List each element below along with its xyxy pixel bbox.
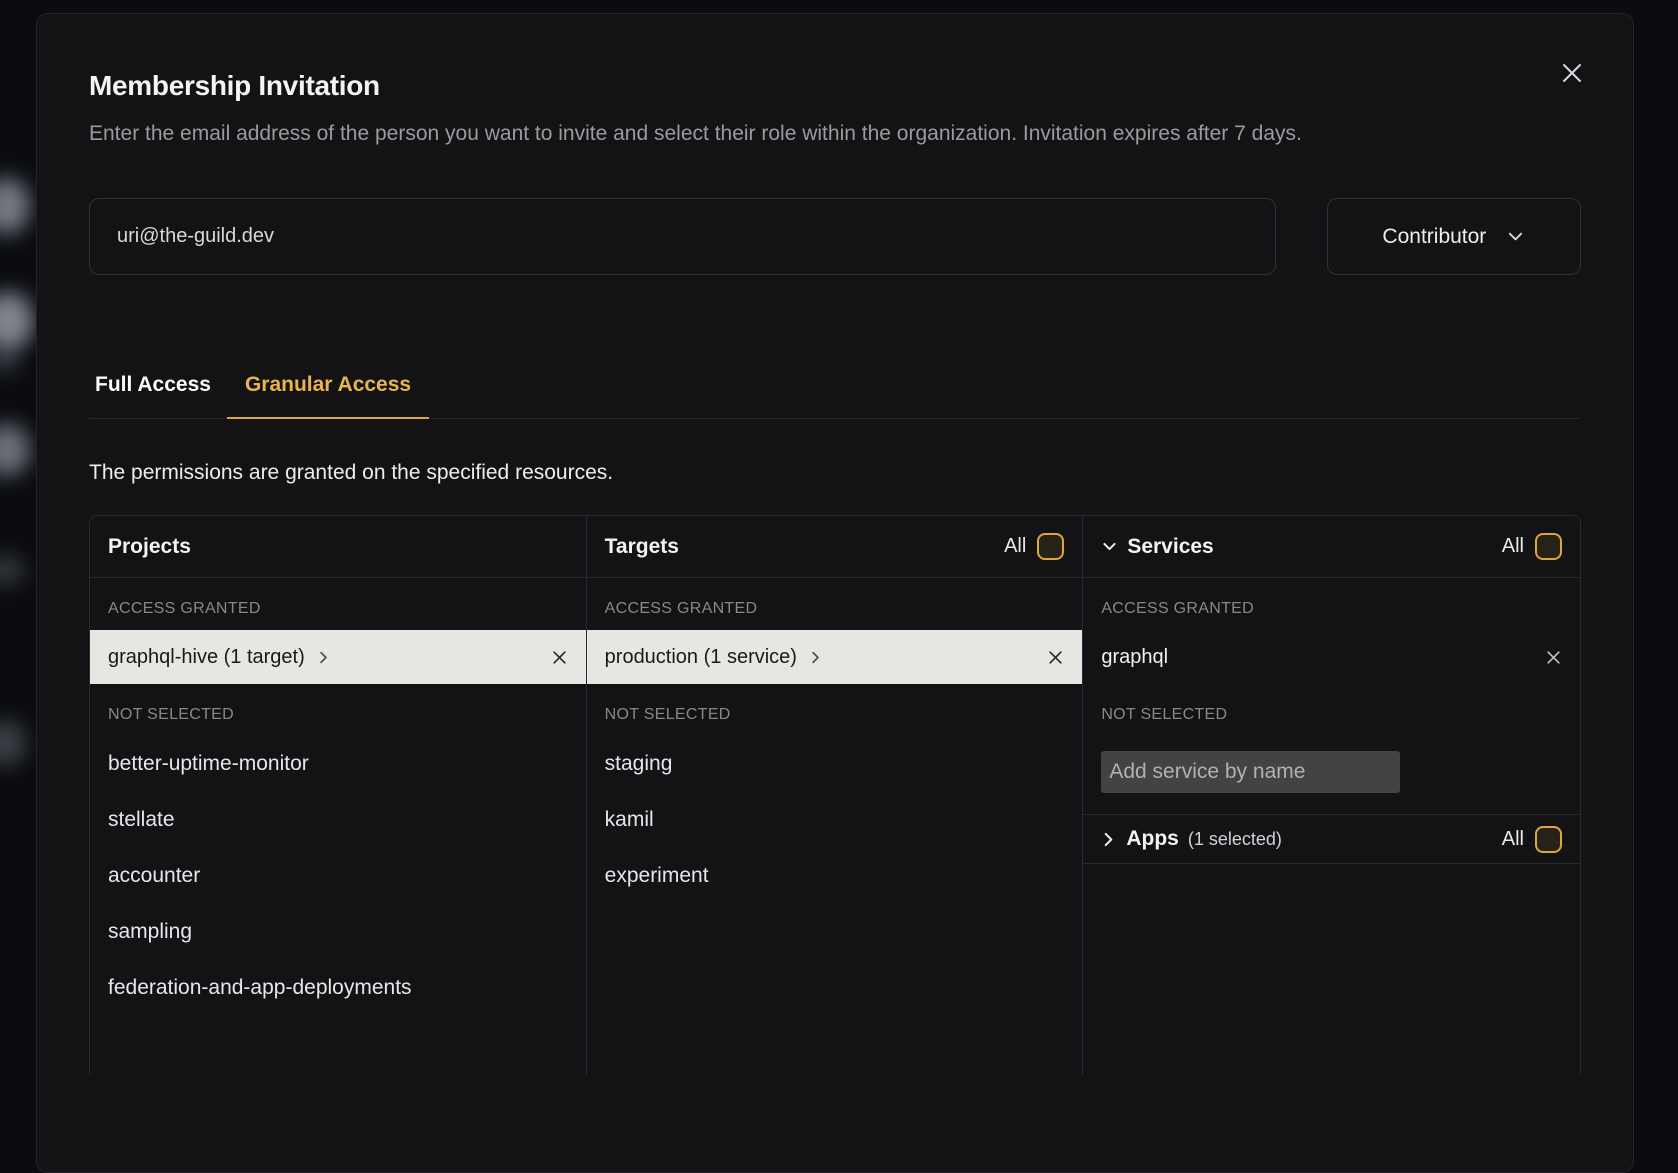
background-blur-blob bbox=[0, 555, 24, 585]
targets-all-checkbox[interactable] bbox=[1037, 533, 1064, 560]
apps-section-toggle[interactable]: Apps (1 selected) All bbox=[1083, 814, 1580, 864]
tab-full-access[interactable]: Full Access bbox=[89, 373, 227, 418]
remove-project-button[interactable] bbox=[551, 649, 568, 666]
permissions-note: The permissions are granted on the speci… bbox=[89, 461, 1581, 485]
targets-column: Targets All ACCESS GRANTED production (1… bbox=[587, 516, 1084, 1075]
apps-header-label: Apps bbox=[1126, 827, 1179, 851]
remove-icon bbox=[1047, 649, 1064, 666]
services-not-selected-label: NOT SELECTED bbox=[1083, 684, 1580, 736]
chevron-right-icon bbox=[809, 651, 822, 664]
apps-selected-count: (1 selected) bbox=[1188, 829, 1282, 850]
services-all-label: All bbox=[1502, 535, 1524, 558]
close-button[interactable] bbox=[1557, 58, 1587, 88]
targets-header-label: Targets bbox=[605, 535, 679, 559]
targets-all-label: All bbox=[1004, 535, 1026, 558]
projects-column-header: Projects bbox=[90, 516, 586, 578]
project-option[interactable]: better-uptime-monitor bbox=[90, 736, 586, 792]
projects-access-granted-label: ACCESS GRANTED bbox=[90, 578, 586, 630]
services-all-checkbox[interactable] bbox=[1535, 533, 1562, 560]
membership-invitation-dialog: Membership Invitation Enter the email ad… bbox=[36, 13, 1634, 1173]
resource-picker: Projects ACCESS GRANTED graphql-hive (1 … bbox=[89, 515, 1581, 1075]
target-option[interactable]: experiment bbox=[587, 848, 1083, 904]
close-icon bbox=[1560, 61, 1584, 85]
remove-target-button[interactable] bbox=[1047, 649, 1064, 666]
project-option[interactable]: accounter bbox=[90, 848, 586, 904]
background-blur-blob bbox=[0, 178, 30, 234]
project-option[interactable]: sampling bbox=[90, 904, 586, 960]
background-blur-blob bbox=[0, 292, 34, 350]
access-tabs: Full Access Granular Access bbox=[89, 373, 1581, 419]
services-collapse-toggle[interactable]: Services bbox=[1101, 535, 1213, 559]
selected-target-label: production (1 service) bbox=[605, 646, 797, 669]
selected-target-row[interactable]: production (1 service) bbox=[587, 630, 1083, 684]
granted-service-row: graphql bbox=[1083, 630, 1580, 684]
services-column: Services All ACCESS GRANTED graphql bbox=[1083, 516, 1580, 1075]
services-all-group: All bbox=[1502, 533, 1562, 560]
dialog-title: Membership Invitation bbox=[89, 70, 1581, 102]
apps-all-label: All bbox=[1502, 828, 1524, 851]
granted-service-label: graphql bbox=[1101, 646, 1168, 669]
selected-project-label: graphql-hive (1 target) bbox=[108, 646, 305, 669]
dialog-description: Enter the email address of the person yo… bbox=[89, 116, 1581, 152]
chevron-right-icon bbox=[1101, 832, 1116, 847]
remove-icon bbox=[551, 649, 568, 666]
add-service-input[interactable] bbox=[1101, 751, 1400, 793]
services-column-header: Services All bbox=[1083, 516, 1580, 578]
projects-not-selected-label: NOT SELECTED bbox=[90, 684, 586, 736]
tab-granular-access[interactable]: Granular Access bbox=[227, 373, 429, 419]
project-option[interactable]: federation-and-app-deployments bbox=[90, 960, 586, 1016]
invite-form-row: Contributor bbox=[89, 198, 1581, 275]
services-header-label: Services bbox=[1127, 535, 1213, 559]
remove-icon bbox=[1545, 649, 1562, 666]
selected-project-row[interactable]: graphql-hive (1 target) bbox=[90, 630, 586, 684]
chevron-down-icon bbox=[1506, 227, 1525, 246]
background-blur-blob bbox=[0, 352, 20, 370]
invitee-email-input[interactable] bbox=[89, 198, 1276, 275]
target-option[interactable]: kamil bbox=[587, 792, 1083, 848]
targets-column-header: Targets All bbox=[587, 516, 1083, 578]
role-select-value: Contributor bbox=[1382, 225, 1486, 249]
targets-access-granted-label: ACCESS GRANTED bbox=[587, 578, 1083, 630]
targets-all-group: All bbox=[1004, 533, 1064, 560]
services-access-granted-label: ACCESS GRANTED bbox=[1083, 578, 1580, 630]
projects-header-label: Projects bbox=[108, 535, 191, 559]
projects-column: Projects ACCESS GRANTED graphql-hive (1 … bbox=[90, 516, 587, 1075]
chevron-right-icon bbox=[317, 651, 330, 664]
apps-all-checkbox[interactable] bbox=[1535, 826, 1562, 853]
project-option[interactable]: stellate bbox=[90, 792, 586, 848]
apps-all-group: All bbox=[1502, 826, 1562, 853]
target-option[interactable]: staging bbox=[587, 736, 1083, 792]
chevron-down-icon bbox=[1101, 538, 1118, 555]
background-blur-blob bbox=[0, 424, 30, 476]
background-blur-blob bbox=[0, 720, 26, 766]
targets-not-selected-label: NOT SELECTED bbox=[587, 684, 1083, 736]
role-select[interactable]: Contributor bbox=[1327, 198, 1581, 275]
remove-service-button[interactable] bbox=[1545, 649, 1562, 666]
